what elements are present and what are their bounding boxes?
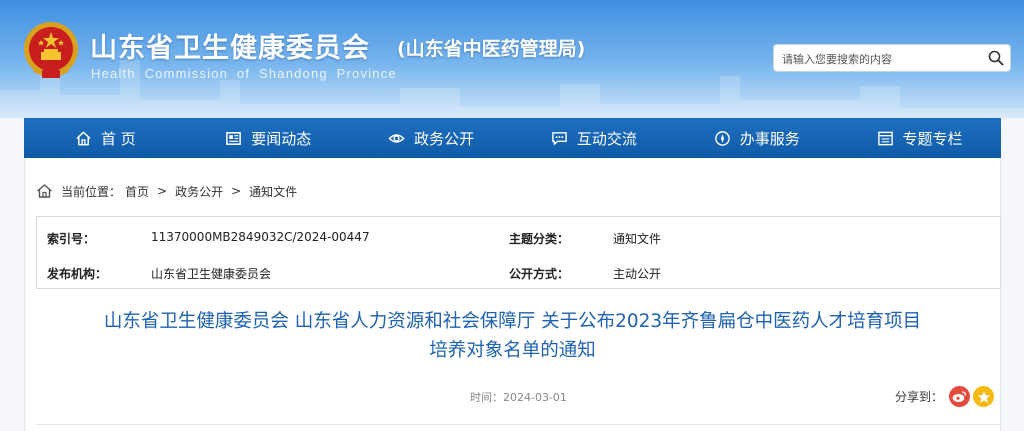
nav-item-label: 要闻动态 bbox=[251, 129, 312, 148]
publish-date: 时间：2024-03-01 bbox=[470, 391, 567, 404]
open-method-label: 公开方式： bbox=[509, 267, 570, 281]
index-label: 索引号： bbox=[47, 232, 96, 246]
breadcrumb-separator: > bbox=[231, 184, 242, 198]
search-box bbox=[773, 44, 1011, 72]
breadcrumb-prefix: 当前位置： bbox=[61, 184, 122, 199]
document-title-line-1: 山东省卫生健康委员会 山东省人力资源和社会保障厅 关于公布2023年齐鲁扁仓中医… bbox=[103, 311, 922, 332]
nav-item-label: 办事服务 bbox=[739, 129, 800, 148]
nav-item-label: 专题专栏 bbox=[902, 129, 963, 148]
nav-item-label: 政务公开 bbox=[414, 129, 475, 148]
nav-item-services[interactable]: 办事服务 bbox=[675, 118, 838, 158]
nav-item-gov-affairs[interactable]: 政务公开 bbox=[350, 118, 513, 158]
home-icon bbox=[37, 184, 52, 198]
category-label: 主题分类： bbox=[509, 232, 570, 246]
eye-icon bbox=[388, 133, 405, 143]
publisher-value: 山东省卫生健康委员会 bbox=[151, 267, 272, 281]
document-title-line-2: 培养对象名单的通知 bbox=[429, 340, 596, 361]
nav-item-news[interactable]: 要闻动态 bbox=[187, 118, 350, 158]
nav-item-topics[interactable]: 专题专栏 bbox=[838, 118, 1001, 158]
nav-item-interaction[interactable]: 互动交流 bbox=[512, 118, 675, 158]
site-subtitle: (山东省中医药管理局) bbox=[397, 38, 586, 60]
breadcrumb-link-home[interactable]: 首页 bbox=[125, 183, 149, 200]
site-title: 山东省卫生健康委员会 bbox=[90, 33, 370, 64]
site-header: 山东省卫生健康委员会 (山东省中医药管理局) Health Commission… bbox=[0, 0, 1024, 118]
share-label: 分享到： bbox=[895, 390, 944, 404]
category-value: 通知文件 bbox=[613, 232, 662, 246]
qzone-icon[interactable] bbox=[973, 386, 995, 407]
weibo-icon[interactable] bbox=[949, 386, 971, 407]
document-meta-table: 索引号： 11370000MB2849032C/2024-00447 主题分类：… bbox=[36, 216, 1001, 289]
divider bbox=[36, 424, 1001, 425]
national-emblem-icon bbox=[24, 22, 78, 78]
open-method-value: 主动公开 bbox=[613, 267, 662, 281]
nav-item-label: 互动交流 bbox=[576, 129, 637, 148]
publisher-label: 发布机构： bbox=[47, 267, 108, 281]
breadcrumb: 当前位置： 首页 > 政务公开 > 通知文件 bbox=[36, 181, 297, 201]
share-bar: 分享到： bbox=[895, 386, 995, 407]
nav-item-label: 首 页 bbox=[101, 129, 136, 148]
document-title: 山东省卫生健康委员会 山东省人力资源和社会保障厅 关于公布2023年齐鲁扁仓中医… bbox=[30, 307, 995, 365]
breadcrumb-separator: > bbox=[157, 184, 168, 198]
site-title-english: Health Commission of Shandong Province bbox=[91, 66, 397, 81]
breadcrumb-link-notices[interactable]: 通知文件 bbox=[249, 183, 297, 200]
search-icon[interactable] bbox=[988, 50, 1004, 66]
window-icon bbox=[877, 131, 893, 145]
compass-icon bbox=[714, 130, 730, 146]
home-icon bbox=[76, 131, 91, 145]
nav-item-home[interactable]: 首 页 bbox=[24, 118, 187, 158]
main-nav: 首 页 要闻动态 政务公开 互动交流 办事服务 专题专栏 bbox=[24, 118, 1001, 158]
chat-icon bbox=[552, 131, 567, 145]
breadcrumb-link-gov-affairs[interactable]: 政务公开 bbox=[175, 183, 223, 200]
index-value: 11370000MB2849032C/2024-00447 bbox=[151, 230, 370, 244]
newspaper-icon bbox=[226, 131, 242, 145]
search-input[interactable] bbox=[780, 48, 984, 70]
